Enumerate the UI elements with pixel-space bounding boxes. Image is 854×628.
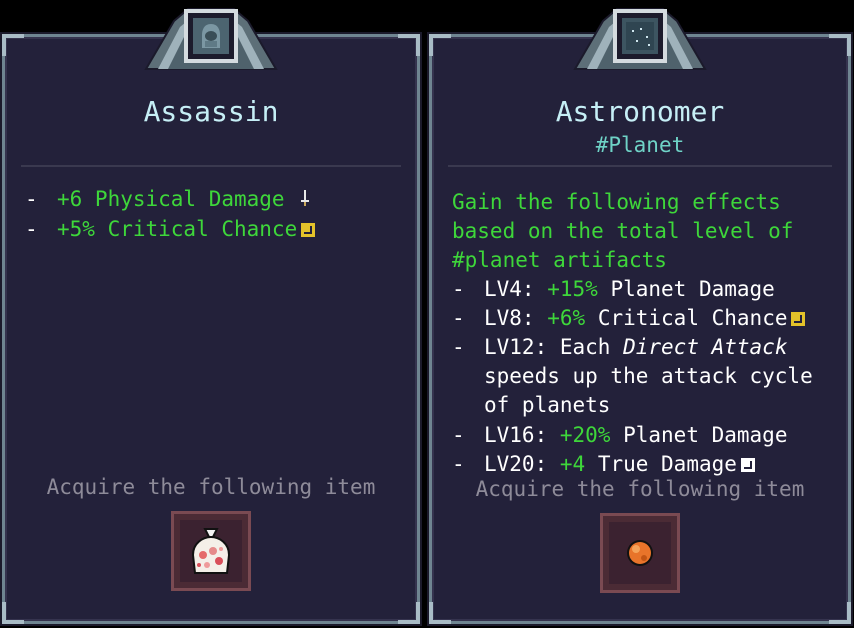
critical-arrow-icon <box>791 312 806 326</box>
level-label: LV16: <box>484 423 548 447</box>
frame-corner <box>398 602 420 624</box>
critical-arrow-icon <box>301 223 316 237</box>
frame-corner <box>398 34 420 56</box>
frame-corner <box>829 602 851 624</box>
divider <box>21 165 401 167</box>
frame-corner <box>429 34 451 56</box>
level-line-continued: of planets <box>484 393 611 417</box>
true-damage-icon <box>740 458 755 472</box>
level-label: LV12: <box>484 335 548 359</box>
card-subtitle: #Planet <box>595 133 685 157</box>
frame-corner <box>2 34 24 56</box>
trait-card-astronomer[interactable]: Astronomer #Planet Gain the following ef… <box>429 8 851 624</box>
acquire-label: Acquire the following item <box>46 475 376 499</box>
divider <box>448 165 832 167</box>
frame-corner <box>429 602 451 624</box>
sword-icon <box>299 188 311 212</box>
level-text: Planet Damage <box>623 423 788 447</box>
level-value: +4 <box>559 452 586 476</box>
level-line-continued: speeds up the attack cycle <box>484 364 813 388</box>
card-title: Astronomer <box>555 95 725 128</box>
class-icon-frame <box>613 9 667 63</box>
class-icon-frame <box>184 9 238 63</box>
level-value: +20% <box>559 423 611 447</box>
acquire-label: Acquire the following item <box>475 477 805 501</box>
level-line: - LV12: Each Direct Attack <box>452 335 788 359</box>
level-label: LV20: <box>484 452 548 476</box>
level-text: Critical Chance <box>597 306 788 330</box>
assassin-hood-icon <box>193 18 229 54</box>
frame-corner <box>829 34 851 56</box>
keyword-direct-attack: Direct Attack <box>623 335 788 359</box>
level-line: - LV20: +4 True Damage <box>452 452 838 476</box>
star-map-icon <box>622 18 658 54</box>
effect-line: - +6 Physical Damage <box>25 187 407 212</box>
level-label: LV8: <box>484 306 535 330</box>
level-text: True Damage <box>597 452 737 476</box>
effect-text: +5% Critical Chance <box>57 217 298 241</box>
flower-bag-icon <box>180 520 242 582</box>
effect-description: Gain the following effects based on the … <box>452 190 794 272</box>
level-line: - LV16: +20% Planet Damage <box>452 423 788 447</box>
effect-text: +6 Physical Damage <box>57 187 285 211</box>
orange-planet-icon <box>609 522 671 584</box>
level-line: - LV8: +6% Critical Chance <box>452 306 838 330</box>
level-value: +15% <box>547 277 598 301</box>
level-value: +6% <box>547 306 586 330</box>
level-text: Planet Damage <box>610 277 775 301</box>
reward-item-slot[interactable] <box>171 511 251 591</box>
level-text: Each <box>559 335 611 359</box>
frame-corner <box>2 602 24 624</box>
level-label: LV4: <box>484 277 535 301</box>
reward-item-slot[interactable] <box>600 513 680 593</box>
level-line: - LV4: +15% Planet Damage <box>452 277 775 301</box>
card-title: Assassin <box>143 95 279 128</box>
trait-card-assassin[interactable]: Assassin - +6 Physical Damage - +5% Critic… <box>2 8 420 624</box>
effect-line: - +5% Critical Chance <box>25 217 407 241</box>
